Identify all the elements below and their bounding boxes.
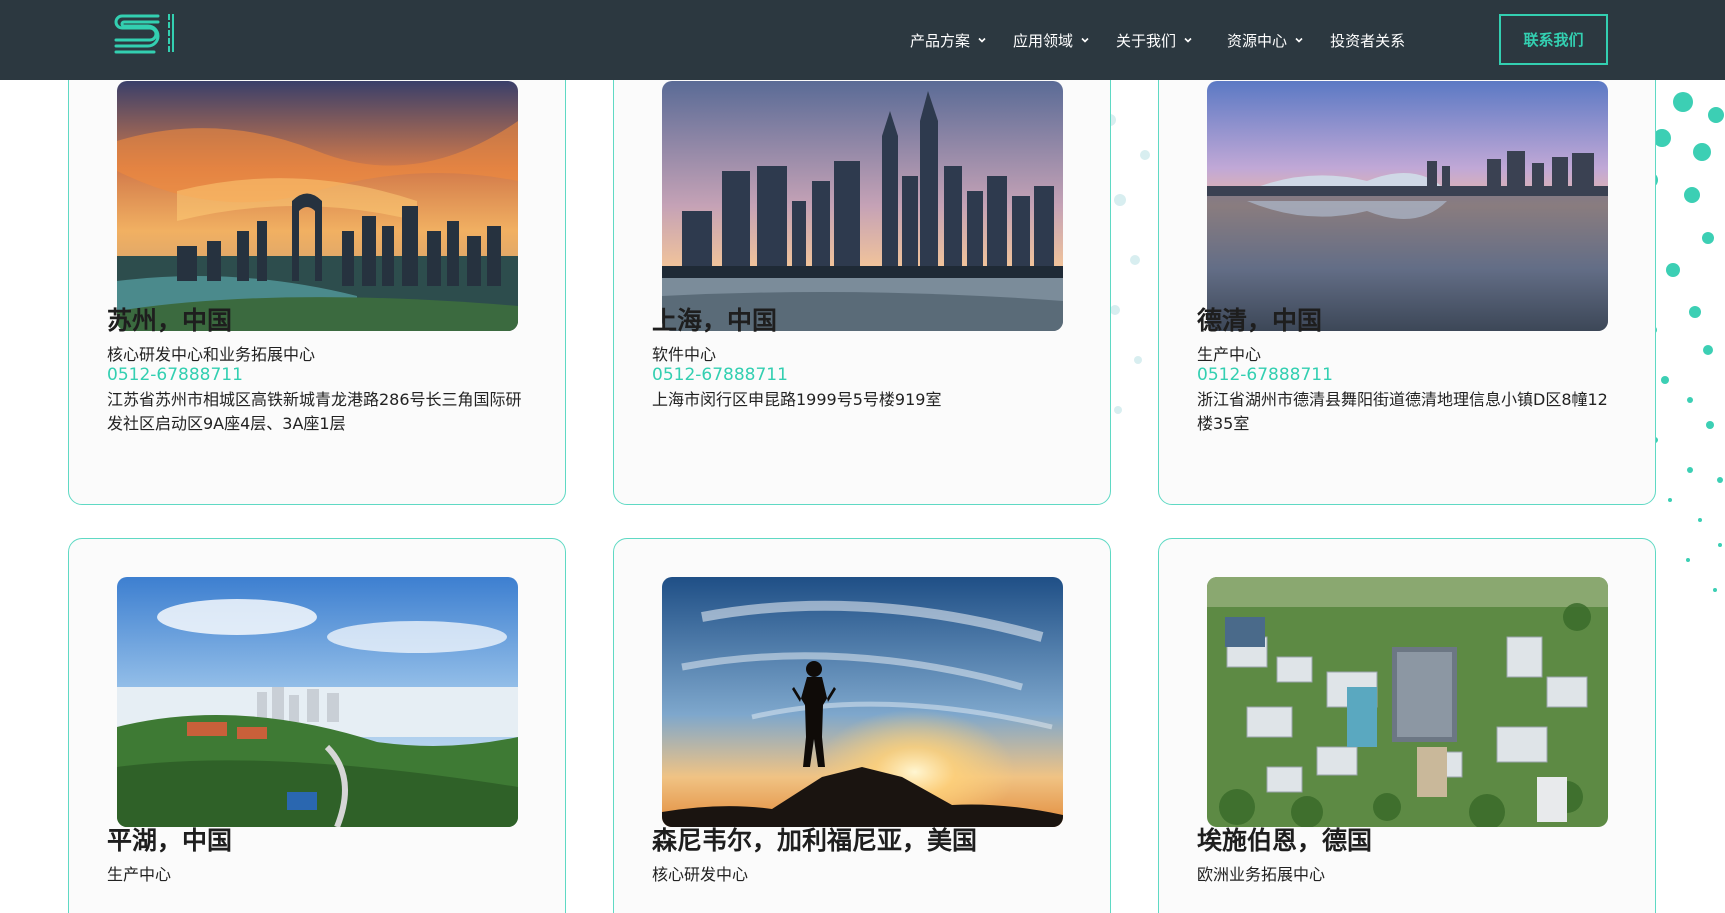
location-address: 江苏省苏州市相城区高铁新城青龙港路286号长三角国际研发社区启动区9A座4层、3… [107, 390, 522, 433]
eschborn-aerial-photo [1207, 577, 1608, 827]
location-phone[interactable]: 0512-67888711 [1197, 365, 1333, 385]
location-role: 生产中心 [1197, 345, 1262, 364]
nav-item-products[interactable]: 产品方案 [910, 30, 987, 51]
location-phone[interactable]: 0512-67888711 [652, 365, 788, 385]
nav-item-label: 资源中心 [1227, 31, 1288, 50]
nav-item-resources[interactable]: 资源中心 [1227, 30, 1304, 51]
location-title: 苏州，中国 [107, 306, 233, 335]
location-title: 埃施伯恩，德国 [1197, 826, 1373, 855]
nav-item-label: 产品方案 [910, 31, 971, 50]
location-card-eschborn[interactable]: 埃施伯恩，德国 欧洲业务拓展中心 [1158, 538, 1656, 913]
location-phone[interactable]: 0512-67888711 [107, 365, 243, 385]
sunnyvale-silhouette-photo [662, 577, 1063, 827]
location-role: 核心研发中心和业务拓展中心 [107, 345, 316, 364]
location-title: 平湖，中国 [107, 826, 233, 855]
deqing-lake-photo [1207, 81, 1608, 331]
seyond-logo-icon[interactable] [110, 10, 180, 56]
location-title: 德清，中国 [1197, 306, 1323, 335]
location-card-pinghu[interactable]: 平湖，中国 生产中心 [68, 538, 566, 913]
location-title: 上海，中国 [652, 306, 778, 335]
location-address: 浙江省湖州市德清县舞阳街道德清地理信息小镇D区8幢12楼35室 [1197, 390, 1608, 433]
location-role: 欧洲业务拓展中心 [1197, 865, 1326, 884]
location-card-suzhou[interactable]: 苏州，中国 核心研发中心和业务拓展中心 0512-67888711 江苏省苏州市… [68, 55, 566, 505]
nav-item-about[interactable]: 关于我们 [1116, 30, 1193, 51]
contact-us-button[interactable]: 联系我们 [1499, 14, 1608, 65]
location-role: 核心研发中心 [652, 865, 749, 884]
chevron-down-icon [978, 37, 986, 43]
chevron-down-icon [1184, 37, 1192, 43]
nav-item-investors[interactable]: 投资者关系 [1330, 30, 1405, 51]
site-header: 产品方案 应用领域 关于我们 资源中心 投资者关系 联系我们 [0, 0, 1725, 80]
location-title: 森尼韦尔，加利福尼亚，美国 [652, 826, 978, 855]
nav-item-label: 关于我们 [1116, 31, 1177, 50]
nav-item-label: 投资者关系 [1330, 31, 1406, 50]
location-role: 软件中心 [652, 345, 717, 364]
chevron-down-icon [1295, 37, 1303, 43]
location-card-shanghai[interactable]: 上海，中国 软件中心 0512-67888711 上海市闵行区申昆路1999号5… [613, 55, 1111, 505]
shanghai-skyline-photo [662, 81, 1063, 331]
nav-item-applications[interactable]: 应用领域 [1013, 30, 1090, 51]
main-nav: 产品方案 应用领域 关于我们 资源中心 投资者关系 [910, 0, 1428, 80]
location-card-sunnyvale[interactable]: 森尼韦尔，加利福尼亚，美国 核心研发中心 [613, 538, 1111, 913]
location-address: 上海市闵行区申昆路1999号5号楼919室 [652, 390, 942, 409]
nav-item-label: 应用领域 [1013, 31, 1074, 50]
page: 产品方案 应用领域 关于我们 资源中心 投资者关系 联系我们 苏州，中国 核心研… [0, 0, 1725, 913]
pinghu-hills-photo [117, 577, 518, 827]
suzhou-skyline-photo [117, 81, 518, 331]
chevron-down-icon [1081, 37, 1089, 43]
location-card-deqing[interactable]: 德清，中国 生产中心 0512-67888711 浙江省湖州市德清县舞阳街道德清… [1158, 55, 1656, 505]
location-role: 生产中心 [107, 865, 172, 884]
